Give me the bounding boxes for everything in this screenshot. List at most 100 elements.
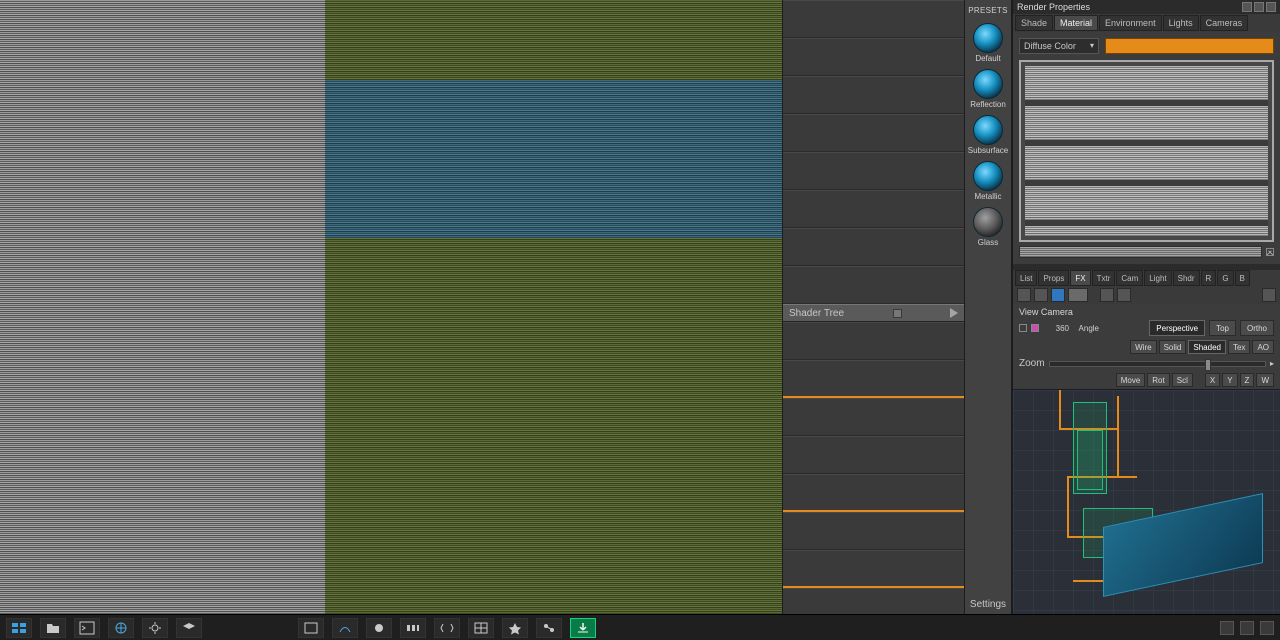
tab-environment[interactable]: Environment [1099, 15, 1162, 31]
window-titlebar: Render Properties [1013, 0, 1280, 14]
channel-row[interactable] [783, 398, 964, 436]
window-close-icon[interactable] [1266, 2, 1276, 12]
shading-ao[interactable]: AO [1252, 340, 1274, 354]
channel-row[interactable] [783, 0, 964, 38]
channel-row[interactable] [783, 76, 964, 114]
tray-notify-icon[interactable] [1260, 621, 1274, 635]
transform-move[interactable]: Move [1116, 373, 1146, 387]
group-icon[interactable] [1100, 288, 1114, 302]
browser-icon[interactable] [108, 618, 134, 638]
tab-shdr[interactable]: Shdr [1173, 270, 1200, 286]
layers-icon[interactable] [176, 618, 202, 638]
color-swatch[interactable] [1105, 38, 1274, 54]
app-fx-icon[interactable] [502, 618, 528, 638]
angle-label: Angle [1073, 324, 1099, 333]
tab-list[interactable]: List [1015, 270, 1037, 286]
tab-b[interactable]: B [1235, 270, 1250, 286]
thumbnail-strip[interactable] [1019, 246, 1262, 258]
tab-cameras[interactable]: Cameras [1200, 15, 1249, 31]
start-menu-icon[interactable] [6, 618, 32, 638]
chevron-right-icon[interactable]: ▸ [1270, 360, 1274, 368]
channel-row[interactable] [783, 436, 964, 474]
ungroup-icon[interactable] [1117, 288, 1131, 302]
clip-header[interactable]: Shader Tree [783, 304, 964, 322]
axis-z[interactable]: Z [1240, 373, 1255, 387]
preset-default[interactable]: Default [969, 23, 1007, 63]
nodegraph-view[interactable] [1013, 389, 1280, 614]
app-paint-icon[interactable] [332, 618, 358, 638]
channel-row-keyframe[interactable] [783, 360, 964, 398]
window-maximize-icon[interactable] [1254, 2, 1264, 12]
node-box[interactable] [1077, 430, 1103, 490]
axis-y[interactable]: Y [1222, 373, 1237, 387]
transform-scl[interactable]: Scl [1172, 373, 1193, 387]
axis-x[interactable]: X [1205, 373, 1220, 387]
shading-solid[interactable]: Solid [1159, 340, 1187, 354]
app-sequencer-icon[interactable] [400, 618, 426, 638]
settings-icon[interactable] [142, 618, 168, 638]
channel-row-keyframe[interactable] [783, 550, 964, 588]
app-script-icon[interactable] [434, 618, 460, 638]
preset-reflection[interactable]: Reflection [969, 69, 1007, 109]
expand-arrow-icon[interactable] [950, 308, 958, 318]
channel-row-keyframe[interactable] [783, 474, 964, 512]
explorer-icon[interactable] [40, 618, 66, 638]
preset-metallic[interactable]: Metallic [969, 161, 1007, 201]
tray-volume-icon[interactable] [1220, 621, 1234, 635]
button-label: Rot [1152, 376, 1164, 385]
app-uv-icon[interactable] [468, 618, 494, 638]
viewport-3d[interactable] [0, 0, 782, 614]
tab-props[interactable]: Props [1038, 270, 1069, 286]
viewport-sky [325, 80, 782, 238]
channel-row[interactable] [783, 228, 964, 266]
zoom-slider[interactable] [1049, 361, 1266, 367]
transform-rot[interactable]: Rot [1147, 373, 1169, 387]
app-rig-icon[interactable] [536, 618, 562, 638]
shading-shaded[interactable]: Shaded [1188, 340, 1226, 354]
view-top-button[interactable]: Top [1209, 320, 1236, 336]
slider-thumb-icon[interactable] [1205, 359, 1211, 371]
channel-row[interactable] [783, 322, 964, 360]
channel-row[interactable] [783, 512, 964, 550]
clip-square-icon [893, 309, 902, 318]
shading-tex[interactable]: Tex [1228, 340, 1250, 354]
tab-lights[interactable]: Lights [1163, 15, 1199, 31]
param-dropdown[interactable]: Diffuse Color ▾ [1019, 38, 1099, 54]
tab-material[interactable]: Material [1054, 15, 1098, 31]
app-modeler-icon[interactable] [298, 618, 324, 638]
close-thumbnail-icon[interactable] [1266, 248, 1274, 256]
channel-row[interactable] [783, 114, 964, 152]
delete-icon[interactable] [1051, 288, 1065, 302]
shader-preview[interactable] [1019, 60, 1274, 242]
channel-row[interactable] [783, 190, 964, 228]
tab-g[interactable]: G [1217, 270, 1233, 286]
preset-footer[interactable]: Settings [970, 599, 1006, 614]
tray-network-icon[interactable] [1240, 621, 1254, 635]
duplicate-icon[interactable] [1034, 288, 1048, 302]
channel-row[interactable] [783, 38, 964, 76]
channel-row[interactable] [783, 266, 964, 304]
window-minimize-icon[interactable] [1242, 2, 1252, 12]
axis-w[interactable]: W [1256, 373, 1274, 387]
tab-cam[interactable]: Cam [1116, 270, 1143, 286]
view-section-label: View Camera [1013, 304, 1280, 318]
view-ortho-button[interactable]: Ortho [1240, 320, 1274, 336]
tab-fx[interactable]: FX [1070, 270, 1090, 286]
link-icon[interactable] [1068, 288, 1088, 302]
channel-row[interactable] [783, 152, 964, 190]
tab-light[interactable]: Light [1144, 270, 1171, 286]
tab-txtr[interactable]: Txtr [1092, 270, 1116, 286]
preset-subsurface[interactable]: Subsurface [969, 115, 1007, 155]
app-render-icon[interactable] [366, 618, 392, 638]
tab-r[interactable]: R [1201, 270, 1217, 286]
shading-wire[interactable]: Wire [1130, 340, 1156, 354]
tab-shade[interactable]: Shade [1015, 15, 1053, 31]
preset-label: Glass [966, 239, 1010, 247]
terminal-icon[interactable] [74, 618, 100, 638]
options-icon[interactable] [1262, 288, 1276, 302]
tab-label: Material [1060, 18, 1092, 28]
new-item-icon[interactable] [1017, 288, 1031, 302]
app-export-icon[interactable] [570, 618, 596, 638]
preset-glass[interactable]: Glass [969, 207, 1007, 247]
view-perspective-button[interactable]: Perspective [1149, 320, 1205, 336]
